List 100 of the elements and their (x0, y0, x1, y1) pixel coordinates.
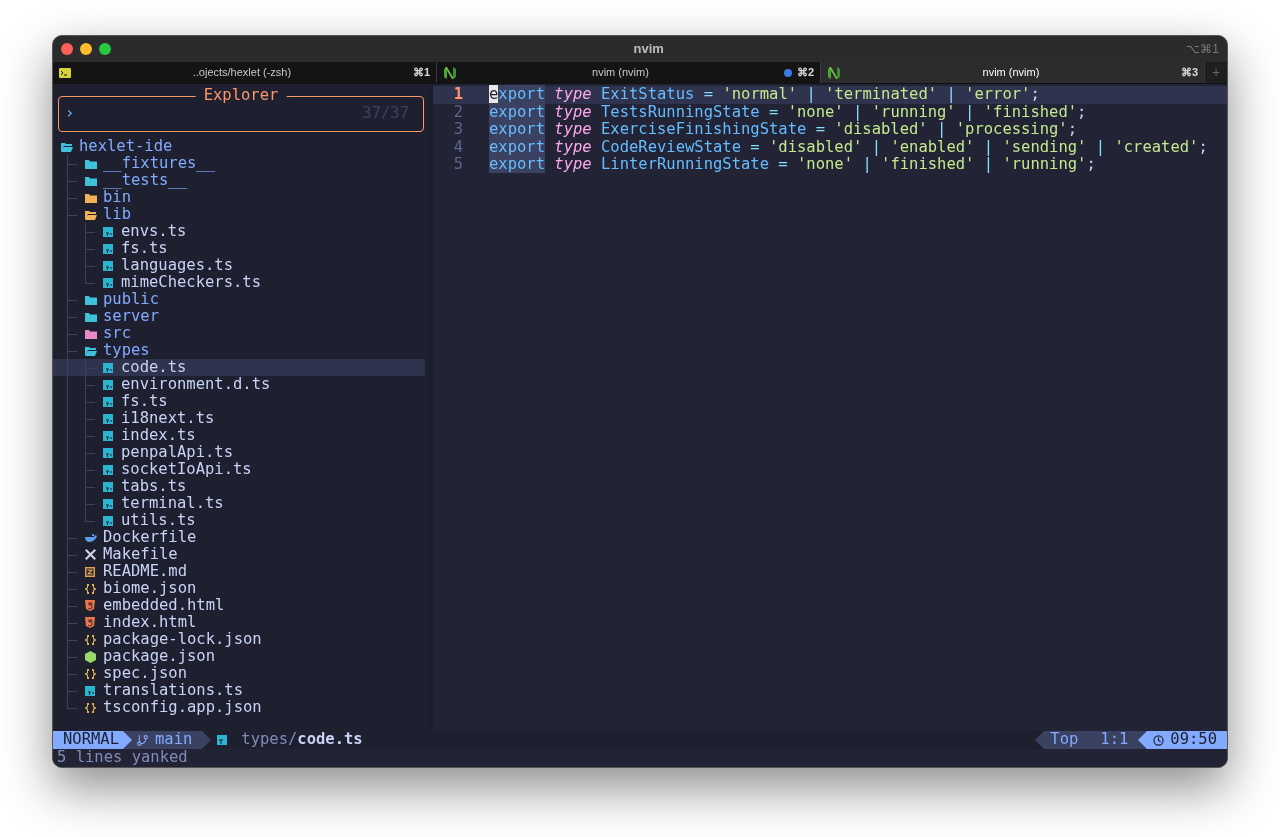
tree-item[interactable]: server (53, 308, 425, 325)
powerline-arrow-icon (1035, 731, 1045, 749)
code-token: 'sending' (1002, 137, 1087, 156)
tree-item[interactable]: Dockerfile (53, 529, 425, 546)
file-icon (217, 735, 228, 745)
code-token: type (554, 137, 592, 156)
tree-item[interactable]: envs.ts (53, 223, 425, 240)
code-token: export (489, 120, 545, 138)
tab-shortcut: ⌘3 (1180, 65, 1198, 81)
app-logo-icon (443, 65, 457, 80)
code-token: 'disabled' (769, 137, 863, 156)
code-token: 'created' (1114, 137, 1199, 156)
tree-item[interactable]: penpalApi.ts (53, 444, 425, 461)
code-token: 'processing' (955, 120, 1068, 138)
tab-shortcut: ⌘2 (796, 65, 814, 81)
tree-item[interactable]: index.ts (53, 427, 425, 444)
tree-item[interactable]: index.html (53, 614, 425, 631)
line-number: 5 (452, 156, 463, 174)
file-name: penpalApi.ts (121, 443, 233, 462)
code-token: | (983, 137, 994, 156)
tab-title: ..ojects/hexlet (-zsh) (191, 65, 293, 81)
close-icon[interactable] (61, 43, 73, 55)
file-name: languages.ts (121, 256, 233, 275)
tree-item[interactable]: code.ts (53, 359, 425, 376)
tree-item[interactable]: bin (53, 189, 425, 206)
tree-item[interactable]: package.json (53, 648, 425, 665)
tree-item[interactable]: fs.ts (53, 240, 425, 257)
code-token: 'finished' (881, 155, 975, 173)
tree-item[interactable]: src (53, 325, 425, 342)
code-token: ; (1067, 120, 1078, 138)
code-token: | (946, 85, 956, 103)
tree-item[interactable]: lib (53, 206, 425, 223)
tree-item[interactable]: environment.d.ts (53, 376, 425, 393)
terminal-tab[interactable]: nvim (nvim) ⌘3 (821, 62, 1205, 83)
clock-icon (1153, 734, 1165, 746)
tree-item[interactable]: hexlet-ide (53, 138, 425, 155)
maximize-icon[interactable] (99, 43, 111, 55)
code-token: = (703, 85, 714, 103)
terminal-tab[interactable]: nvim (nvim) ⌘2 (437, 62, 821, 83)
file-name: README.md (103, 562, 187, 581)
tree-item[interactable]: mimeCheckers.ts (53, 274, 425, 291)
code-token: type (554, 155, 592, 173)
code-token: CodeReviewState (601, 137, 741, 156)
tree-item[interactable]: Makefile (53, 546, 425, 563)
code-token: | (853, 102, 863, 121)
code-token: type (554, 102, 592, 121)
code-token: | (965, 102, 975, 121)
tab-shortcut: ⌘1 (412, 65, 430, 81)
tree-item[interactable]: socketIoApi.ts (53, 461, 425, 478)
tree-item[interactable]: embedded.html (53, 597, 425, 614)
window-shortcut: ⌥⌘1 (1186, 41, 1219, 58)
file-name: environment.d.ts (121, 375, 271, 394)
code-token: | (806, 85, 816, 103)
code-token: | (1095, 137, 1106, 156)
code-token: | (983, 155, 994, 173)
file-name: spec.json (103, 664, 187, 683)
code-token: ; (1198, 137, 1208, 156)
code-token: ; (1077, 102, 1087, 121)
minimize-icon[interactable] (80, 43, 92, 55)
folder-name: __tests__ (103, 171, 187, 189)
code-token: ExerciseFinishingState (601, 120, 807, 138)
file-name: code.ts (121, 358, 187, 377)
file-path: types/code.ts (241, 731, 363, 749)
tree-item[interactable]: biome.json (53, 580, 425, 597)
tree-item[interactable]: tabs.ts (53, 478, 425, 495)
line-number: 2 (452, 103, 463, 121)
code-token: = (815, 120, 825, 138)
tree-item[interactable]: fs.ts (53, 393, 425, 410)
folder-name: types (103, 341, 150, 360)
file-name: socketIoApi.ts (121, 460, 252, 479)
tree-item[interactable]: spec.json (53, 665, 425, 682)
tree-item[interactable]: terminal.ts (53, 495, 425, 512)
tree-item[interactable]: i18next.ts (53, 410, 425, 427)
tree-item[interactable]: languages.ts (53, 257, 425, 274)
tree-item[interactable]: package-lock.json (53, 631, 425, 648)
tree-item[interactable]: tsconfig.app.json (53, 699, 425, 716)
code-token: | (937, 120, 947, 138)
code-token: | (862, 155, 872, 173)
terminal-tab[interactable]: ..ojects/hexlet (-zsh) ⌘1 (53, 62, 437, 83)
code-token: 'running' (1002, 155, 1087, 173)
tree-item[interactable]: translations.ts (53, 682, 425, 699)
terminal-icon (59, 67, 71, 78)
folder-name: src (103, 324, 131, 343)
file-name: Dockerfile (103, 528, 197, 547)
file-name: biome.json (103, 579, 197, 598)
folder-name: bin (103, 188, 131, 207)
file-name: envs.ts (121, 222, 187, 241)
cursor-position: 1:1 (1084, 731, 1139, 749)
tree-item[interactable]: public (53, 291, 425, 308)
file-name: mimeCheckers.ts (121, 273, 261, 292)
file-name: index.html (103, 613, 197, 632)
code-token: 'finished' (983, 102, 1078, 121)
tree-item[interactable]: __fixtures__ (53, 155, 425, 172)
tree-item[interactable]: README.md (53, 563, 425, 580)
tree-item[interactable]: __tests__ (53, 172, 425, 189)
code-token: 'running' (871, 102, 956, 121)
code-token: export (489, 155, 545, 173)
tree-item[interactable]: utils.ts (53, 512, 425, 529)
file-name: index.ts (121, 426, 196, 445)
tab-title: nvim (nvim) (981, 65, 1041, 81)
